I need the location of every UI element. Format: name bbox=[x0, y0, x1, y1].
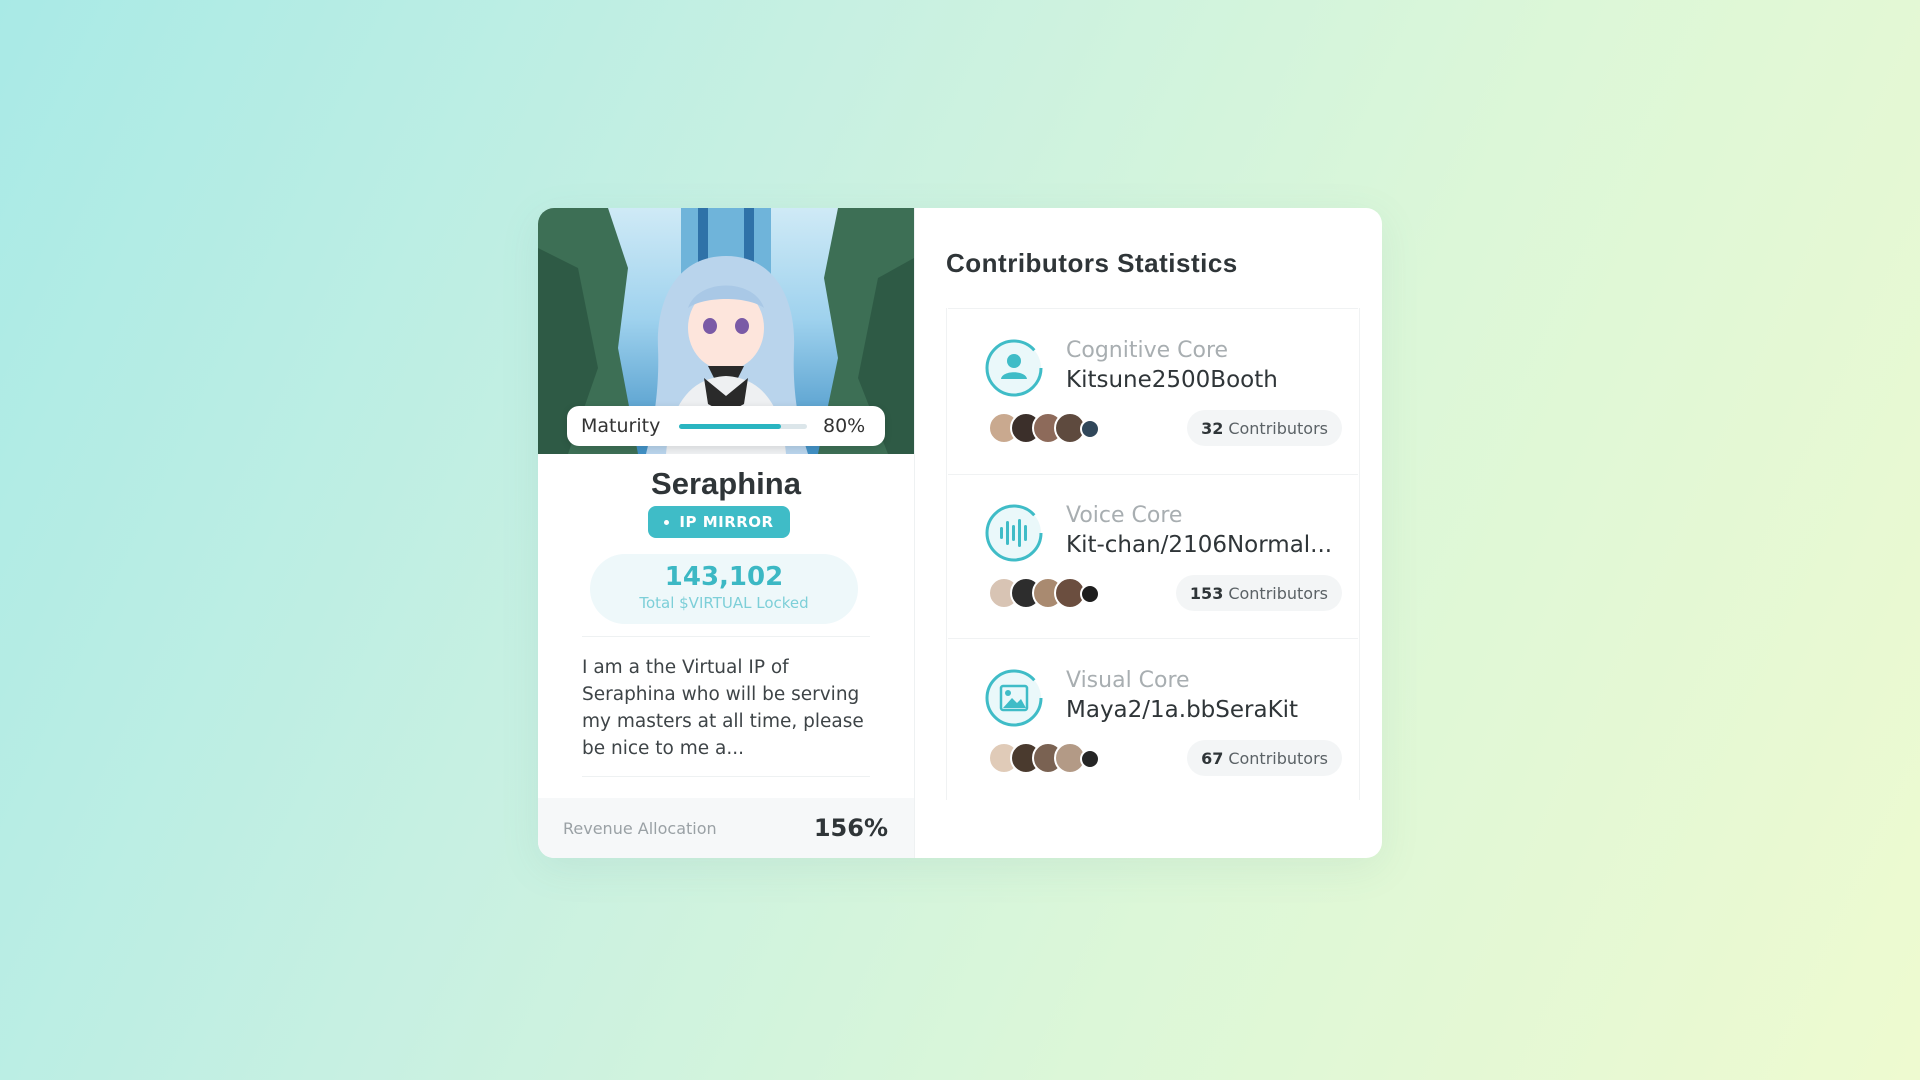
maturity-percent: 80% bbox=[823, 415, 866, 437]
avatar bbox=[1080, 584, 1100, 604]
maturity-bar: Maturity 80% bbox=[567, 406, 885, 446]
core-type: Cognitive Core bbox=[1066, 338, 1229, 363]
core-type: Voice Core bbox=[1066, 503, 1183, 528]
divider bbox=[948, 638, 1358, 639]
soundwave-icon bbox=[985, 504, 1043, 562]
count-label: Contributors bbox=[1228, 583, 1328, 603]
count-label: Contributors bbox=[1228, 748, 1328, 768]
agent-card: Maturity 80% Seraphina IP MIRROR 143,102… bbox=[538, 208, 1382, 858]
contributors-count[interactable]: 32 Contributors bbox=[1187, 410, 1342, 446]
ip-mirror-badge[interactable]: IP MIRROR bbox=[648, 506, 790, 538]
person-icon bbox=[985, 339, 1043, 397]
divider bbox=[948, 308, 1358, 309]
count-value: 153 bbox=[1189, 583, 1224, 603]
image-icon bbox=[985, 669, 1043, 727]
agent-name: Seraphina bbox=[651, 466, 801, 501]
core-type: Visual Core bbox=[1066, 668, 1190, 693]
revenue-label: Revenue Allocation bbox=[563, 818, 717, 838]
contributor-avatars[interactable] bbox=[988, 740, 1118, 776]
maturity-fill bbox=[679, 423, 782, 429]
revenue-allocation: Revenue Allocation 156% bbox=[538, 798, 914, 858]
character-banner: Maturity 80% bbox=[538, 208, 914, 454]
maturity-track bbox=[679, 423, 807, 429]
divider bbox=[948, 474, 1358, 475]
contributor-avatars[interactable] bbox=[988, 410, 1118, 446]
maturity-label: Maturity bbox=[581, 415, 661, 437]
core-name: Kitsune2500Booth bbox=[1066, 367, 1278, 393]
dot-icon bbox=[664, 519, 670, 525]
core-item-visual[interactable]: Visual Core Maya2/1a.bbSeraKit 67 Contri… bbox=[968, 662, 1358, 792]
locked-amount: 143,102 bbox=[664, 562, 784, 592]
count-value: 32 bbox=[1201, 418, 1224, 438]
avatar bbox=[1080, 419, 1100, 439]
contributors-count[interactable]: 67 Contributors bbox=[1187, 740, 1342, 776]
agent-bio: I am a the Virtual IP of Seraphina who w… bbox=[582, 657, 864, 759]
contributors-title: Contributors Statistics bbox=[946, 248, 1238, 278]
core-name: Maya2/1a.bbSeraKit bbox=[1066, 697, 1299, 723]
badge-label: IP MIRROR bbox=[679, 513, 774, 531]
locked-amount-box: 143,102 Total $VIRTUAL Locked bbox=[590, 554, 858, 624]
contributor-avatars[interactable] bbox=[988, 575, 1118, 611]
count-value: 67 bbox=[1201, 748, 1224, 768]
locked-label: Total $VIRTUAL Locked bbox=[639, 594, 809, 612]
profile-panel: Maturity 80% Seraphina IP MIRROR 143,102… bbox=[538, 208, 914, 858]
avatar bbox=[1080, 749, 1100, 769]
count-label: Contributors bbox=[1228, 418, 1328, 438]
core-item-cognitive[interactable]: Cognitive Core Kitsune2500Booth 32 Contr… bbox=[968, 332, 1358, 462]
contributors-count[interactable]: 153 Contributors bbox=[1175, 575, 1342, 611]
core-name: Kit-chan/2106Normal... bbox=[1066, 532, 1333, 558]
revenue-value: 156% bbox=[813, 814, 888, 842]
core-item-voice[interactable]: Voice Core Kit-chan/2106Normal... 153 Co… bbox=[968, 497, 1358, 627]
divider bbox=[582, 776, 870, 777]
divider bbox=[582, 636, 870, 637]
